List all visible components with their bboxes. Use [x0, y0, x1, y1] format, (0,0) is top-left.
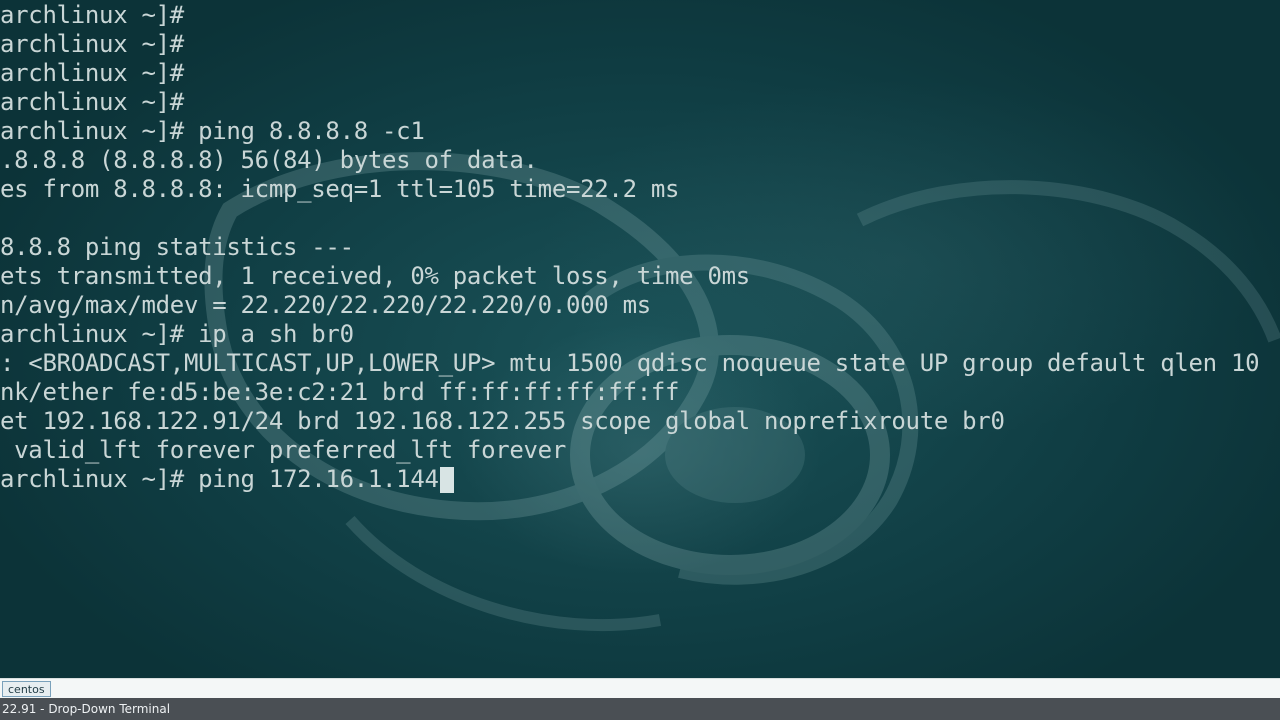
- terminal-line: archlinux ~]# ip a sh br0: [0, 320, 354, 348]
- window-title: 22.91 - Drop-Down Terminal: [2, 702, 171, 716]
- terminal-line: es from 8.8.8.8: icmp_seq=1 ttl=105 time…: [0, 175, 680, 203]
- terminal-line: ets transmitted, 1 received, 0% packet l…: [0, 262, 750, 290]
- terminal-output[interactable]: archlinux ~]# archlinux ~]# archlinux ~]…: [0, 0, 1280, 678]
- terminal-tab-bar: centos: [0, 678, 1280, 698]
- terminal-line: n/avg/max/mdev = 22.220/22.220/22.220/0.…: [0, 291, 651, 319]
- terminal-line: : <BROADCAST,MULTICAST,UP,LOWER_UP> mtu …: [0, 349, 1260, 377]
- terminal-line: archlinux ~]#: [0, 59, 184, 87]
- terminal-cursor: [439, 467, 454, 493]
- terminal-line: valid_lft forever preferred_lft forever: [0, 436, 566, 464]
- terminal-line: 8.8.8 ping statistics ---: [0, 233, 354, 261]
- drop-down-terminal-window: archlinux ~]# archlinux ~]# archlinux ~]…: [0, 0, 1280, 720]
- terminal-line: archlinux ~]#: [0, 88, 184, 116]
- terminal-line: .8.8.8 (8.8.8.8) 56(84) bytes of data.: [0, 146, 538, 174]
- terminal-line: nk/ether fe:d5:be:3e:c2:21 brd ff:ff:ff:…: [0, 378, 680, 406]
- terminal-line: archlinux ~]#: [0, 1, 184, 29]
- terminal-prompt-line[interactable]: archlinux ~]# ping 172.16.1.144: [0, 465, 454, 494]
- terminal-line: archlinux ~]# ping 8.8.8.8 -c1: [0, 117, 425, 145]
- terminal-line: et 192.168.122.91/24 brd 192.168.122.255…: [0, 407, 1005, 435]
- terminal-line: archlinux ~]#: [0, 30, 184, 58]
- terminal-command-input[interactable]: archlinux ~]# ping 172.16.1.144: [0, 465, 439, 493]
- window-title-bar[interactable]: 22.91 - Drop-Down Terminal: [0, 698, 1280, 720]
- session-tab[interactable]: centos: [2, 681, 51, 697]
